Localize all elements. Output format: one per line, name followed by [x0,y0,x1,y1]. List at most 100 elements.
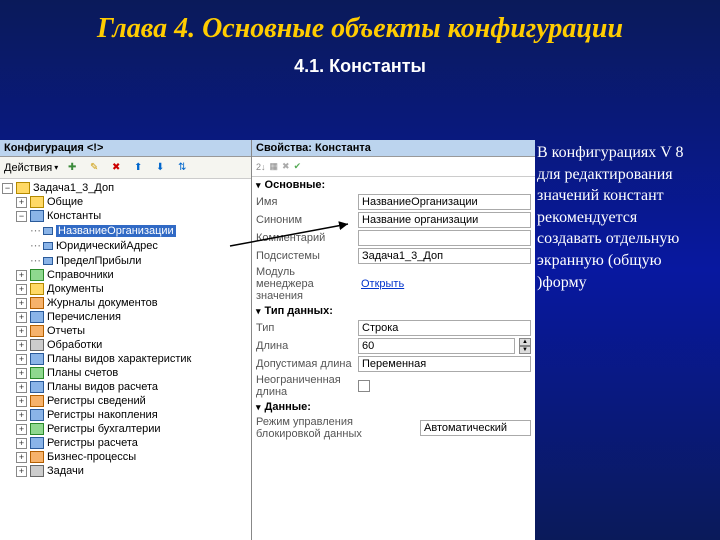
tree-connector: ⋯ [30,224,40,237]
expand-icon[interactable]: + [16,326,27,337]
group-icon [30,381,44,393]
add-icon[interactable]: ✚ [64,160,80,176]
tree-root[interactable]: −Задача1_3_Доп [2,181,249,195]
expand-icon[interactable]: + [16,368,27,379]
section-header[interactable]: Тип данных: [252,303,535,319]
property-checkbox[interactable] [358,380,370,392]
up-icon[interactable]: ⬆ [130,160,146,176]
config-tree[interactable]: −Задача1_3_Доп+Общие−Константы⋯НазваниеО… [0,179,251,540]
slide-subtitle: 4.1. Константы [0,56,720,77]
expand-icon[interactable]: + [16,270,27,281]
sort-btn-icon[interactable]: 2↓ [256,162,266,172]
expand-icon[interactable]: + [16,298,27,309]
actions-menu[interactable]: Действия▾ [4,162,58,174]
tree-group[interactable]: +Регистры накопления [2,408,249,422]
expand-icon[interactable]: + [16,340,27,351]
property-input[interactable]: 60 [358,338,515,354]
tree-group[interactable]: +Планы видов характеристик [2,352,249,366]
cancel-icon[interactable]: ✖ [282,161,290,172]
group-icon [30,353,44,365]
expand-icon[interactable]: + [16,410,27,421]
section-header[interactable]: Основные: [252,177,535,193]
group-icon [30,297,44,309]
property-row: Тип Строка [252,319,535,337]
property-row: Допустимая длинаПеременная [252,355,535,373]
property-label: Длина [256,340,354,352]
tree-group[interactable]: +Регистры сведений [2,394,249,408]
group-icon [30,311,44,323]
tree-group[interactable]: +Обработки [2,338,249,352]
property-row: ИмяНазваниеОрганизации [252,193,535,211]
tree-group[interactable]: +Отчеты [2,324,249,338]
config-toolbar: Действия▾ ✚ ✎ ✖ ⬆ ⬇ ⇅ [0,157,251,179]
property-label: Режим управления блокировкой данных [256,416,416,440]
expand-icon[interactable]: + [16,396,27,407]
group-icon [30,339,44,351]
item-icon [43,227,53,235]
expand-icon[interactable]: − [16,211,27,222]
edit-icon[interactable]: ✎ [86,160,102,176]
expand-icon[interactable]: + [16,284,27,295]
property-label: Неограниченная длина [256,374,354,398]
property-label: Комментарий [256,232,354,244]
group-icon [30,283,44,295]
item-icon [43,242,53,250]
property-label: Тип [256,322,354,334]
expand-icon[interactable]: − [2,183,13,194]
down-icon[interactable]: ⬇ [152,160,168,176]
expand-icon[interactable]: + [16,438,27,449]
tree-connector: ⋯ [30,239,40,252]
property-row: Комментарий [252,229,535,247]
group-icon [30,451,44,463]
group-icon [30,465,44,477]
tree-item[interactable]: ⋯ЮридическийАдрес [2,238,249,253]
tree-group[interactable]: +Задачи [2,464,249,478]
expand-icon[interactable]: + [16,354,27,365]
tree-group[interactable]: +Общие [2,195,249,209]
filter-icon[interactable]: ▦ [270,161,279,172]
screenshot-panels: Конфигурация <!> Действия▾ ✚ ✎ ✖ ⬆ ⬇ ⇅ −… [0,140,535,540]
slide-body-text: В конфигурациях V 8 для редактирования з… [537,142,702,293]
tree-item[interactable]: ⋯НазваниеОрганизации [2,223,249,238]
tree-group[interactable]: −Константы [2,209,249,223]
property-input[interactable] [358,230,531,246]
expand-icon[interactable]: + [16,466,27,477]
group-icon [30,437,44,449]
tree-group[interactable]: +Регистры расчета [2,436,249,450]
group-icon [30,325,44,337]
expand-icon[interactable]: + [16,197,27,208]
tree-group[interactable]: +Планы счетов [2,366,249,380]
tree-group[interactable]: +Журналы документов [2,296,249,310]
property-link[interactable]: Открыть [358,276,531,292]
tree-group[interactable]: +Бизнес-процессы [2,450,249,464]
property-label: Подсистемы [256,250,354,262]
expand-icon[interactable]: + [16,424,27,435]
delete-icon[interactable]: ✖ [108,160,124,176]
tree-group[interactable]: +Регистры бухгалтерии [2,422,249,436]
expand-icon[interactable]: + [16,452,27,463]
tree-group[interactable]: +Справочники [2,268,249,282]
property-input[interactable]: НазваниеОрганизации [358,194,531,210]
expand-icon[interactable]: + [16,312,27,323]
config-panel-title: Конфигурация <!> [0,140,251,157]
tree-group[interactable]: +Планы видов расчета [2,380,249,394]
tree-group[interactable]: +Документы [2,282,249,296]
property-input[interactable]: Переменная [358,356,531,372]
group-icon [30,409,44,421]
config-tree-panel: Конфигурация <!> Действия▾ ✚ ✎ ✖ ⬆ ⬇ ⇅ −… [0,140,252,540]
group-icon [30,269,44,281]
property-input[interactable]: Автоматический [420,420,531,436]
property-label: Модуль менеджера значения [256,266,354,302]
section-header[interactable]: Данные: [252,399,535,415]
property-row: Подсистемы Задача1_3_Доп [252,247,535,265]
tree-group[interactable]: +Перечисления [2,310,249,324]
spinner-icon[interactable]: ▲▼ [519,338,531,354]
property-input[interactable]: Строка [358,320,531,336]
tree-item[interactable]: ⋯ПределПрибыли [2,253,249,268]
property-input[interactable]: Название организации [358,212,531,228]
check-icon[interactable]: ✔ [294,161,302,172]
item-icon [43,257,53,265]
sort-icon[interactable]: ⇅ [174,160,190,176]
expand-icon[interactable]: + [16,382,27,393]
property-input[interactable]: Задача1_3_Доп [358,248,531,264]
